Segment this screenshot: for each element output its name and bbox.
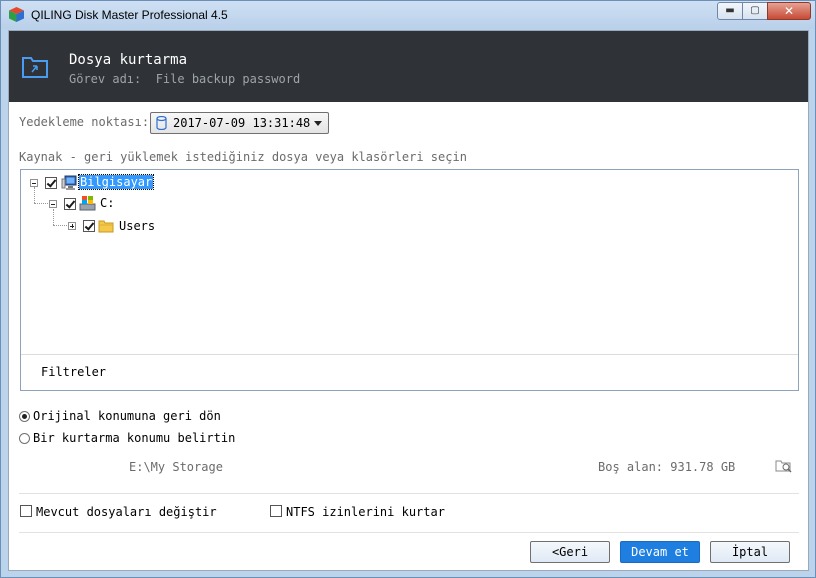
folder-restore-icon (22, 57, 48, 78)
backup-point-value: 2017-07-09 13:31:48 (173, 116, 311, 130)
tree-connector (34, 187, 35, 203)
folder-icon (98, 220, 114, 233)
close-icon: ✕ (783, 4, 795, 18)
tree-label-users: Users (119, 219, 156, 233)
restore-original-radio[interactable] (19, 411, 30, 422)
cancel-button[interactable]: İptal (710, 541, 790, 563)
backup-point-label: Yedekleme noktası: (19, 115, 150, 129)
chevron-down-icon (314, 121, 322, 126)
replace-files-checkbox[interactable] (20, 505, 32, 517)
computer-icon (61, 175, 77, 190)
ntfs-permissions-checkbox[interactable] (270, 505, 282, 517)
restore-path: E:\My Storage (129, 460, 223, 474)
tree-connector (53, 209, 54, 225)
tree-label-computer: Bilgisayar (77, 174, 155, 190)
users-checkbox[interactable] (83, 220, 95, 232)
filters-bar: Filtreler (21, 354, 798, 390)
minimize-button[interactable]: ▬ (717, 2, 743, 20)
task-name-value: File backup password (155, 72, 301, 86)
window-title: QILING Disk Master Professional 4.5 (31, 8, 228, 22)
expand-icon[interactable] (68, 222, 76, 230)
title-bar[interactable]: QILING Disk Master Professional 4.5 ▬ ▢ … (1, 1, 815, 29)
replace-files-label[interactable]: Mevcut dosyaları değiştir (36, 505, 217, 519)
app-window: QILING Disk Master Professional 4.5 ▬ ▢ … (0, 0, 816, 578)
tree-label-drive-c: C: (100, 196, 115, 210)
restore-original-label[interactable]: Orijinal konumuna geri dön (33, 409, 221, 423)
dialog-content: Dosya kurtarma Görev adı: File backup pa… (8, 30, 809, 571)
restore-custom-radio[interactable] (19, 433, 30, 444)
page-title: Dosya kurtarma (69, 52, 188, 68)
filters-link[interactable]: Filtreler (41, 365, 106, 379)
drive-icon (79, 196, 96, 211)
divider (19, 493, 799, 494)
free-space: Boş alan: 931.78 GB (598, 460, 736, 474)
back-button[interactable]: <Geri (530, 541, 610, 563)
backup-point-select[interactable]: 2017-07-09 13:31:48 (150, 112, 329, 134)
collapse-icon[interactable] (30, 179, 38, 187)
computer-checkbox[interactable] (45, 177, 57, 189)
maximize-button[interactable]: ▢ (742, 2, 768, 20)
collapse-icon[interactable] (49, 200, 57, 208)
browse-folder-icon[interactable] (775, 458, 793, 474)
app-logo-icon (9, 7, 24, 22)
source-label: Kaynak - geri yüklemek istediğiniz dosya… (19, 150, 467, 164)
restore-custom-label[interactable]: Bir kurtarma konumu belirtin (33, 431, 235, 445)
next-button[interactable]: Devam et (620, 541, 700, 563)
file-tree[interactable]: Bilgisayar C: Users Filtreler (20, 169, 799, 391)
ntfs-permissions-label[interactable]: NTFS izinlerini kurtar (286, 505, 445, 519)
minimize-icon: ▬ (725, 5, 735, 16)
database-icon (156, 116, 167, 130)
task-name-line: Görev adı: File backup password (69, 72, 300, 86)
drive-c-checkbox[interactable] (64, 198, 76, 210)
close-button[interactable]: ✕ (767, 2, 811, 20)
maximize-icon: ▢ (750, 5, 760, 16)
window-controls: ▬ ▢ ✕ (717, 2, 811, 22)
page-header: Dosya kurtarma Görev adı: File backup pa… (9, 31, 808, 102)
task-name-label: Görev adı: (69, 72, 142, 86)
divider (19, 532, 799, 533)
